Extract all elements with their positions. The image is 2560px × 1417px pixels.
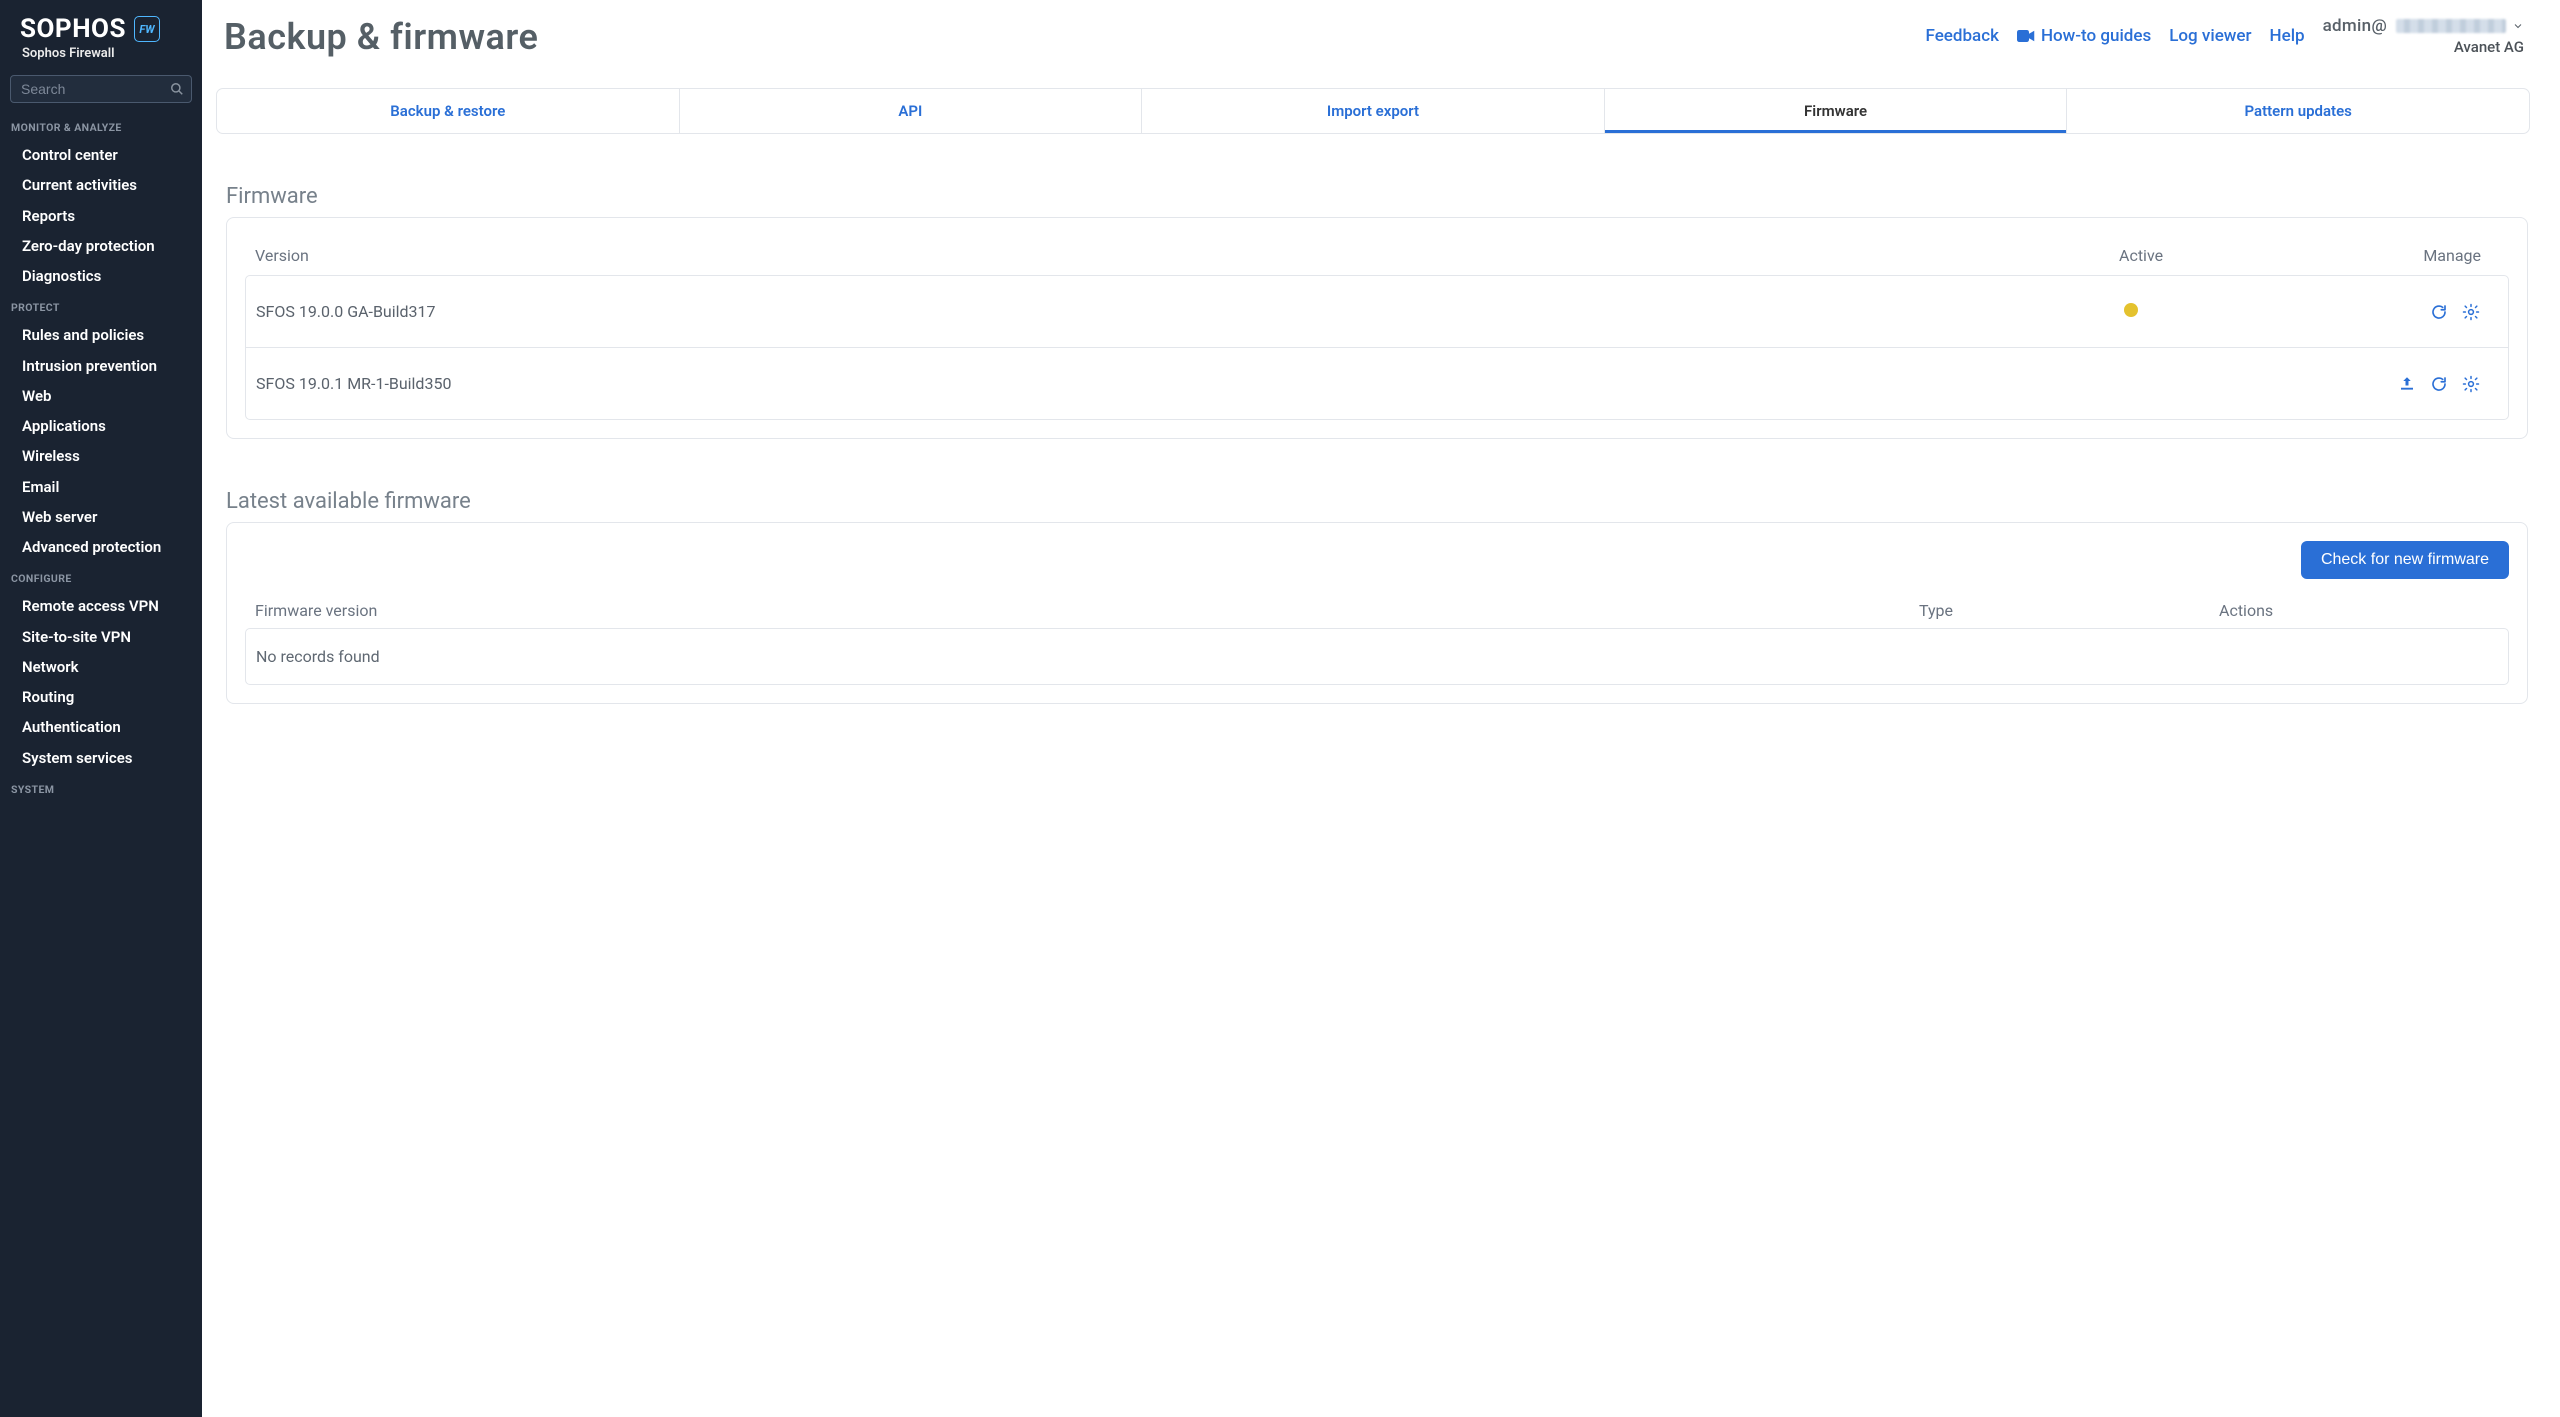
- firmware-panel: Version Active Manage SFOS 19.0.0 GA-Bui…: [226, 217, 2528, 439]
- sidebar: SOPHOS FW Sophos Firewall MONITOR & ANAL…: [0, 0, 202, 1417]
- sidebar-item[interactable]: Intrusion prevention: [0, 351, 202, 381]
- sidebar-item[interactable]: Zero-day protection: [0, 231, 202, 261]
- nav-group-heading: CONFIGURE: [0, 562, 202, 591]
- tab[interactable]: API: [680, 89, 1143, 133]
- firmware-rows: SFOS 19.0.0 GA-Build317 SFOS 19.0.1 MR-1-…: [245, 275, 2509, 420]
- check-firmware-button[interactable]: Check for new firmware: [2301, 541, 2509, 579]
- upload-icon: [2398, 375, 2416, 393]
- col-manage-label: Manage: [2279, 246, 2499, 265]
- sidebar-item[interactable]: Rules and policies: [0, 320, 202, 350]
- firmware-options-button[interactable]: [2462, 375, 2480, 393]
- reboot-icon: [2430, 303, 2448, 321]
- howto-guides-link[interactable]: How-to guides: [2017, 26, 2151, 46]
- firmware-version-cell: SFOS 19.0.1 MR-1-Build350: [256, 374, 2118, 393]
- brand-badge-icon: FW: [134, 16, 160, 42]
- upload-firmware-button[interactable]: [2398, 375, 2416, 393]
- sidebar-item[interactable]: Applications: [0, 411, 202, 441]
- tab[interactable]: Pattern updates: [2067, 89, 2529, 133]
- sidebar-item[interactable]: Web server: [0, 502, 202, 532]
- firmware-headers: Version Active Manage: [245, 236, 2509, 275]
- sidebar-item[interactable]: Web: [0, 381, 202, 411]
- sidebar-item[interactable]: Routing: [0, 682, 202, 712]
- tab[interactable]: Firmware: [1605, 89, 2068, 133]
- col-fw-type-label: Type: [1919, 601, 2219, 620]
- col-version-label: Version: [255, 246, 2119, 265]
- col-active-label: Active: [2119, 246, 2279, 265]
- user-menu[interactable]: admin@ Avanet AG: [2323, 16, 2524, 56]
- sidebar-item[interactable]: Wireless: [0, 441, 202, 471]
- reboot-firmware-button[interactable]: [2430, 375, 2448, 393]
- tab[interactable]: Backup & restore: [217, 89, 680, 133]
- search-input[interactable]: [10, 75, 192, 103]
- main-content: Backup & firmware Feedback How-to guides…: [202, 0, 2560, 704]
- feedback-link[interactable]: Feedback: [1926, 26, 1999, 46]
- sidebar-item[interactable]: Network: [0, 652, 202, 682]
- sidebar-item[interactable]: Authentication: [0, 712, 202, 742]
- firmware-manage-cell: [2278, 375, 2498, 393]
- manage-icons: [2278, 375, 2480, 393]
- page-title: Backup & firmware: [224, 16, 538, 58]
- help-link[interactable]: Help: [2270, 26, 2305, 46]
- firmware-manage-cell: [2278, 303, 2498, 321]
- active-indicator-icon: [2124, 303, 2138, 317]
- firmware-row: SFOS 19.0.0 GA-Build317: [245, 275, 2509, 348]
- nav-group-heading: PROTECT: [0, 291, 202, 320]
- user-company: Avanet AG: [2454, 38, 2524, 56]
- firmware-section-title: Firmware: [226, 184, 2530, 209]
- sidebar-item[interactable]: Reports: [0, 201, 202, 231]
- brand-name: SOPHOS: [20, 14, 126, 44]
- sidebar-item[interactable]: Control center: [0, 140, 202, 170]
- sidebar-item[interactable]: Site-to-site VPN: [0, 622, 202, 652]
- reboot-firmware-button[interactable]: [2430, 303, 2448, 321]
- sidebar-item[interactable]: System services: [0, 743, 202, 773]
- gear-icon: [2462, 375, 2480, 393]
- tab[interactable]: Import export: [1142, 89, 1605, 133]
- col-fw-version-label: Firmware version: [255, 601, 1919, 620]
- nav-group-heading: SYSTEM: [0, 773, 202, 802]
- latest-headers: Firmware version Type Actions: [245, 593, 2509, 628]
- latest-empty-row: No records found: [245, 628, 2509, 685]
- latest-panel: Check for new firmware Firmware version …: [226, 522, 2528, 704]
- latest-section-title: Latest available firmware: [226, 489, 2530, 514]
- sidebar-item[interactable]: Advanced protection: [0, 532, 202, 562]
- brand-product: Sophos Firewall: [0, 46, 202, 69]
- firmware-version-cell: SFOS 19.0.0 GA-Build317: [256, 302, 2118, 321]
- user-label: admin@: [2323, 16, 2387, 36]
- howto-guides-label: How-to guides: [2041, 26, 2151, 46]
- reboot-icon: [2430, 375, 2448, 393]
- latest-button-row: Check for new firmware: [245, 541, 2509, 579]
- sidebar-item[interactable]: Diagnostics: [0, 261, 202, 291]
- user-redacted: [2396, 19, 2506, 33]
- topbar: Backup & firmware Feedback How-to guides…: [202, 0, 2560, 58]
- sidebar-item[interactable]: Remote access VPN: [0, 591, 202, 621]
- chevron-down-icon: [2512, 20, 2524, 32]
- brand: SOPHOS FW: [0, 8, 202, 46]
- firmware-row: SFOS 19.0.1 MR-1-Build350: [245, 348, 2509, 420]
- tabstrip: Backup & restoreAPIImport exportFirmware…: [216, 88, 2530, 134]
- sidebar-nav: MONITOR & ANALYZEControl centerCurrent a…: [0, 111, 202, 802]
- firmware-options-button[interactable]: [2462, 303, 2480, 321]
- video-icon: [2017, 29, 2035, 43]
- col-fw-actions-label: Actions: [2219, 601, 2499, 620]
- firmware-active-cell: [2118, 302, 2278, 321]
- sidebar-item[interactable]: Current activities: [0, 170, 202, 200]
- gear-icon: [2462, 303, 2480, 321]
- search-icon: [170, 82, 184, 96]
- search-container: [10, 75, 192, 103]
- sidebar-item[interactable]: Email: [0, 472, 202, 502]
- manage-icons: [2278, 303, 2480, 321]
- topbar-links: Feedback How-to guides Log viewer Help a…: [1926, 16, 2525, 56]
- logviewer-link[interactable]: Log viewer: [2169, 26, 2251, 46]
- nav-group-heading: MONITOR & ANALYZE: [0, 111, 202, 140]
